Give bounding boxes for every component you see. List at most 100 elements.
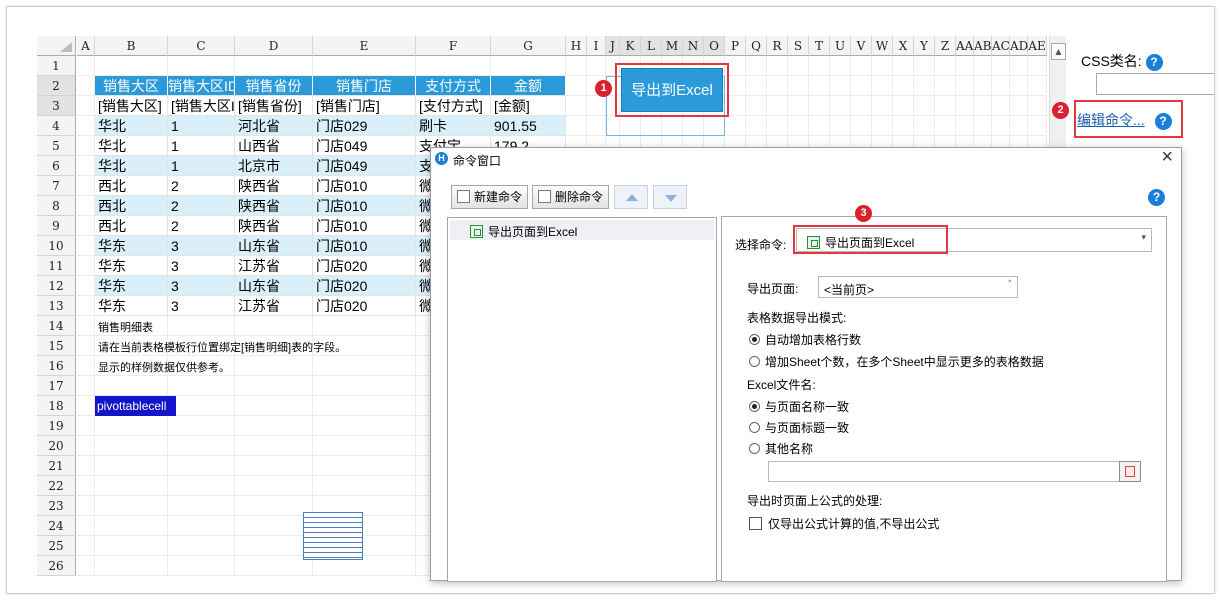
delete-command-button[interactable]: 删除命令 bbox=[532, 185, 610, 209]
select-all-corner[interactable] bbox=[37, 36, 76, 56]
column-header[interactable]: H bbox=[566, 36, 587, 56]
pivot-table-cell[interactable]: pivottablecell bbox=[95, 396, 176, 416]
table-cell[interactable]: 1 bbox=[168, 136, 235, 156]
table-cell[interactable]: 3 bbox=[168, 276, 235, 296]
dialog-help-icon[interactable]: ? bbox=[1148, 189, 1165, 206]
column-header[interactable]: B bbox=[95, 36, 168, 56]
table-header-cell[interactable]: 销售大区 bbox=[95, 76, 168, 96]
binding-cell[interactable]: [销售门店] bbox=[313, 96, 416, 116]
table-cell[interactable]: 2 bbox=[168, 216, 235, 236]
table-cell[interactable]: 西北 bbox=[95, 176, 168, 196]
binding-cell[interactable]: [销售大区] bbox=[95, 96, 168, 116]
table-cell[interactable]: 华东 bbox=[95, 256, 168, 276]
table-cell[interactable]: 华东 bbox=[95, 296, 168, 316]
column-header[interactable]: A bbox=[77, 36, 95, 56]
column-header[interactable]: Z bbox=[935, 36, 956, 56]
column-header[interactable]: AD bbox=[1010, 36, 1028, 56]
row-header[interactable]: 3 bbox=[37, 96, 76, 116]
table-cell[interactable]: 3 bbox=[168, 256, 235, 276]
row-header[interactable]: 11 bbox=[37, 256, 76, 276]
row-header[interactable]: 18 bbox=[37, 396, 76, 416]
table-cell[interactable]: 门店020 bbox=[313, 296, 416, 316]
scroll-up-arrow[interactable]: ▲ bbox=[1051, 43, 1066, 60]
table-cell[interactable]: 1 bbox=[168, 116, 235, 136]
table-cell[interactable]: 西北 bbox=[95, 196, 168, 216]
column-header[interactable]: P bbox=[725, 36, 746, 56]
table-cell[interactable]: 门店010 bbox=[313, 216, 416, 236]
table-cell[interactable]: 门店010 bbox=[313, 196, 416, 216]
table-cell[interactable]: 山东省 bbox=[235, 236, 313, 256]
formula-option[interactable]: 仅导出公式计算的值,不导出公式 bbox=[749, 515, 939, 532]
table-header-cell[interactable]: 支付方式 bbox=[416, 76, 491, 96]
column-header[interactable]: V bbox=[851, 36, 872, 56]
table-cell[interactable]: 门店020 bbox=[313, 276, 416, 296]
table-cell[interactable]: 山西省 bbox=[235, 136, 313, 156]
move-down-button[interactable] bbox=[653, 185, 687, 209]
row-header[interactable]: 2 bbox=[37, 76, 76, 96]
row-header[interactable]: 8 bbox=[37, 196, 76, 216]
table-cell[interactable]: 门店010 bbox=[313, 236, 416, 256]
row-header[interactable]: 13 bbox=[37, 296, 76, 316]
column-header[interactable]: J bbox=[606, 36, 620, 56]
row-header[interactable]: 16 bbox=[37, 356, 76, 376]
table-cell[interactable]: 门店029 bbox=[313, 116, 416, 136]
row-header[interactable]: 9 bbox=[37, 216, 76, 236]
column-header[interactable]: I bbox=[587, 36, 606, 56]
row-header[interactable]: 7 bbox=[37, 176, 76, 196]
column-header[interactable]: S bbox=[788, 36, 809, 56]
column-header[interactable]: O bbox=[704, 36, 725, 56]
binding-cell[interactable]: [金额] bbox=[491, 96, 566, 116]
column-header[interactable]: F bbox=[416, 36, 491, 56]
filename-option-other[interactable]: 其他名称 bbox=[749, 440, 813, 457]
radio-add-sheets[interactable] bbox=[749, 356, 760, 367]
filename-option-page-title[interactable]: 与页面标题一致 bbox=[749, 419, 849, 436]
row-header[interactable]: 17 bbox=[37, 376, 76, 396]
binding-cell[interactable]: [销售大区ID] bbox=[168, 96, 235, 116]
row-header[interactable]: 19 bbox=[37, 416, 76, 436]
other-name-input[interactable] bbox=[768, 461, 1120, 482]
column-header[interactable]: X bbox=[893, 36, 914, 56]
table-cell[interactable]: 3 bbox=[168, 296, 235, 316]
column-header[interactable]: C bbox=[168, 36, 235, 56]
table-cell[interactable]: 门店049 bbox=[313, 156, 416, 176]
command-list-item[interactable]: 导出页面到Excel bbox=[450, 220, 714, 240]
row-header[interactable]: 20 bbox=[37, 436, 76, 456]
column-header[interactable]: Q bbox=[746, 36, 767, 56]
table-cell[interactable]: 陕西省 bbox=[235, 196, 313, 216]
row-header[interactable]: 15 bbox=[37, 336, 76, 356]
column-header[interactable]: M bbox=[662, 36, 683, 56]
table-cell[interactable]: 3 bbox=[168, 236, 235, 256]
move-up-button[interactable] bbox=[614, 185, 648, 209]
table-cell[interactable]: 门店049 bbox=[313, 136, 416, 156]
table-header-cell[interactable]: 销售门店 bbox=[313, 76, 416, 96]
table-cell[interactable]: 门店010 bbox=[313, 176, 416, 196]
table-cell[interactable]: 北京市 bbox=[235, 156, 313, 176]
table-header-cell[interactable]: 销售大区ID bbox=[168, 76, 235, 96]
table-cell[interactable]: 华北 bbox=[95, 136, 168, 156]
table-cell[interactable]: 2 bbox=[168, 196, 235, 216]
column-header[interactable]: E bbox=[313, 36, 416, 56]
mode-option-add-sheets[interactable]: 增加Sheet个数，在多个Sheet中显示更多的表格数据 bbox=[749, 353, 1044, 370]
export-excel-button[interactable]: 导出到Excel bbox=[621, 68, 723, 112]
row-header[interactable]: 5 bbox=[37, 136, 76, 156]
css-help-icon[interactable]: ? bbox=[1145, 54, 1163, 71]
row-header[interactable]: 24 bbox=[37, 516, 76, 536]
column-header[interactable]: N bbox=[683, 36, 704, 56]
table-cell[interactable]: 华东 bbox=[95, 236, 168, 256]
binding-cell[interactable]: [支付方式] bbox=[416, 96, 491, 116]
radio-page-name[interactable] bbox=[749, 401, 760, 412]
row-header[interactable]: 23 bbox=[37, 496, 76, 516]
table-cell[interactable]: 西北 bbox=[95, 216, 168, 236]
row-header[interactable]: 14 bbox=[37, 316, 76, 336]
table-cell[interactable]: 陕西省 bbox=[235, 176, 313, 196]
column-header[interactable]: AE bbox=[1028, 36, 1047, 56]
table-cell[interactable]: 901.55 bbox=[491, 116, 566, 136]
close-icon[interactable]: × bbox=[1161, 146, 1173, 169]
table-header-cell[interactable]: 金额 bbox=[491, 76, 566, 96]
formula-checkbox[interactable] bbox=[749, 517, 762, 530]
column-header[interactable]: R bbox=[767, 36, 788, 56]
new-command-button[interactable]: 新建命令 bbox=[451, 185, 529, 209]
row-header[interactable]: 10 bbox=[37, 236, 76, 256]
export-page-dropdown[interactable]: <当前页> ˅ bbox=[818, 276, 1018, 298]
column-header[interactable]: Y bbox=[914, 36, 935, 56]
